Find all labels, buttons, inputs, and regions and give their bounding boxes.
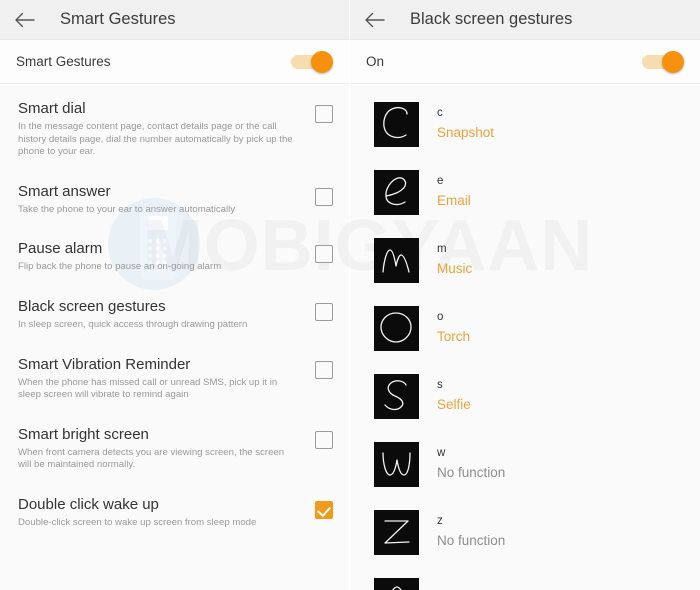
left-phone-screen: Smart Gestures Smart Gestures Smart dial… xyxy=(0,0,349,590)
setting-text: Smart Vibration Reminder When the phone h… xyxy=(18,355,315,402)
gesture-letter: z xyxy=(437,515,443,527)
gesture-list: c Snapshot e Email m Music o Torch s Selfie w No fu… xyxy=(350,84,700,590)
gesture-text: c Snapshot xyxy=(437,106,494,142)
switch-knob xyxy=(311,50,333,73)
gesture-action: Email xyxy=(437,193,471,208)
gesture-item[interactable]: m Music xyxy=(350,226,700,294)
gesture-letter: w xyxy=(437,447,446,459)
gesture-letter: m xyxy=(437,243,447,255)
setting-checkbox[interactable] xyxy=(315,360,333,379)
setting-item[interactable]: Smart dial In the message content page, c… xyxy=(0,88,349,171)
gesture-z-icon xyxy=(374,509,419,555)
setting-item[interactable]: Smart bright screen When front camera det… xyxy=(0,414,349,484)
gesture-item[interactable]: o Torch xyxy=(350,294,700,362)
setting-description: When front camera detects you are viewin… xyxy=(18,446,285,471)
setting-title: Smart dial xyxy=(18,100,86,117)
setting-description: Take the phone to your ear to answer aut… xyxy=(18,203,236,215)
gesture-item[interactable]: s Selfie xyxy=(350,362,700,430)
setting-item[interactable]: Smart Vibration Reminder When the phone h… xyxy=(0,344,349,414)
gesture-letter: o xyxy=(437,311,444,323)
setting-title: Double click wake up xyxy=(18,495,159,513)
gesture-action: Music xyxy=(437,261,473,276)
back-arrow-icon[interactable] xyxy=(8,0,42,40)
setting-item[interactable]: Pause alarm Flip back the phone to pause … xyxy=(0,228,349,286)
setting-item[interactable]: Double click wake up Double-click screen … xyxy=(0,484,349,542)
smart-gestures-switch[interactable] xyxy=(291,50,333,73)
gesture-letter: e xyxy=(437,175,444,187)
setting-description: Flip back the phone to pause an on-going… xyxy=(18,261,222,273)
setting-text: Smart answer Take the phone to your ear t… xyxy=(18,182,315,217)
right-phone-screen: Black screen gestures On c Snapshot e Email… xyxy=(349,0,700,590)
gesture-text: w No function xyxy=(437,446,505,482)
back-arrow-icon[interactable] xyxy=(358,0,392,40)
gesture-letter: s xyxy=(437,379,443,391)
gesture-s-icon xyxy=(374,373,419,419)
gesture-text: e Email xyxy=(437,174,471,210)
setting-checkbox[interactable] xyxy=(315,500,333,519)
gesture-action: No function xyxy=(437,533,506,548)
setting-checkbox[interactable] xyxy=(315,302,333,321)
page-title: Smart Gestures xyxy=(60,10,176,28)
gesture-item[interactable]: w No function xyxy=(350,430,700,498)
setting-description: In sleep screen, quick access through dr… xyxy=(18,318,248,330)
toggle-label: Smart Gestures xyxy=(16,54,111,69)
setting-title: Smart bright screen xyxy=(18,425,149,443)
toggle-label: On xyxy=(366,54,385,69)
setting-text: Pause alarm Flip back the phone to pause … xyxy=(18,239,315,274)
setting-text: Smart bright screen When front camera det… xyxy=(18,425,315,472)
gesture-action: No function xyxy=(437,465,506,480)
black-screen-gestures-switch[interactable] xyxy=(642,50,684,73)
gesture-item[interactable]: ^ xyxy=(350,566,700,590)
left-appbar: Smart Gestures xyxy=(0,0,349,40)
settings-list: Smart dial In the message content page, c… xyxy=(0,84,349,542)
setting-title: Smart answer xyxy=(18,182,111,200)
setting-text: Double click wake up Double-click screen … xyxy=(18,495,315,530)
dual-screenshot: Smart Gestures Smart Gestures Smart dial… xyxy=(0,0,700,590)
page-title: Black screen gestures xyxy=(410,10,573,28)
switch-knob xyxy=(662,50,684,73)
setting-checkbox[interactable] xyxy=(315,187,333,206)
setting-item[interactable]: Black screen gestures In sleep screen, qu… xyxy=(0,286,349,344)
gesture-c-icon xyxy=(374,101,419,147)
gesture-o-icon xyxy=(374,305,419,351)
gesture-text: z No function xyxy=(437,514,505,550)
setting-text: Smart dial In the message content page, c… xyxy=(18,99,315,159)
setting-item[interactable]: Smart answer Take the phone to your ear t… xyxy=(0,171,349,229)
setting-checkbox[interactable] xyxy=(315,105,333,123)
gesture-text: o Torch xyxy=(437,310,470,346)
smart-gestures-toggle-row[interactable]: Smart Gestures xyxy=(0,40,349,84)
setting-title: Pause alarm xyxy=(18,240,103,258)
setting-title: Smart Vibration Reminder xyxy=(18,355,191,373)
gesture-item[interactable]: e Email xyxy=(350,158,700,226)
setting-description: Double-click screen to wake up screen fr… xyxy=(18,516,257,528)
setting-description: When the phone has missed call or unread… xyxy=(18,376,278,401)
setting-checkbox[interactable] xyxy=(315,245,333,264)
gesture-action: Snapshot xyxy=(437,125,495,140)
gesture-item[interactable]: c Snapshot xyxy=(350,90,700,158)
right-appbar: Black screen gestures xyxy=(350,0,700,40)
setting-title: Black screen gestures xyxy=(18,297,166,315)
gesture-m-icon xyxy=(374,237,419,283)
black-screen-gestures-toggle-row[interactable]: On xyxy=(350,40,700,84)
setting-checkbox[interactable] xyxy=(315,430,333,449)
gesture-action: Torch xyxy=(437,329,471,344)
gesture-item[interactable]: z No function xyxy=(350,498,700,566)
gesture-text: s Selfie xyxy=(437,378,471,414)
gesture-e-icon xyxy=(374,169,419,215)
gesture-text: m Music xyxy=(437,242,472,278)
gesture-action: Selfie xyxy=(437,397,471,412)
gesture-caret-icon xyxy=(374,577,419,590)
setting-text: Black screen gestures In sleep screen, qu… xyxy=(18,297,315,332)
setting-description: In the message content page, contact det… xyxy=(18,121,293,158)
gesture-w-icon xyxy=(374,441,419,487)
gesture-letter: c xyxy=(437,107,443,119)
